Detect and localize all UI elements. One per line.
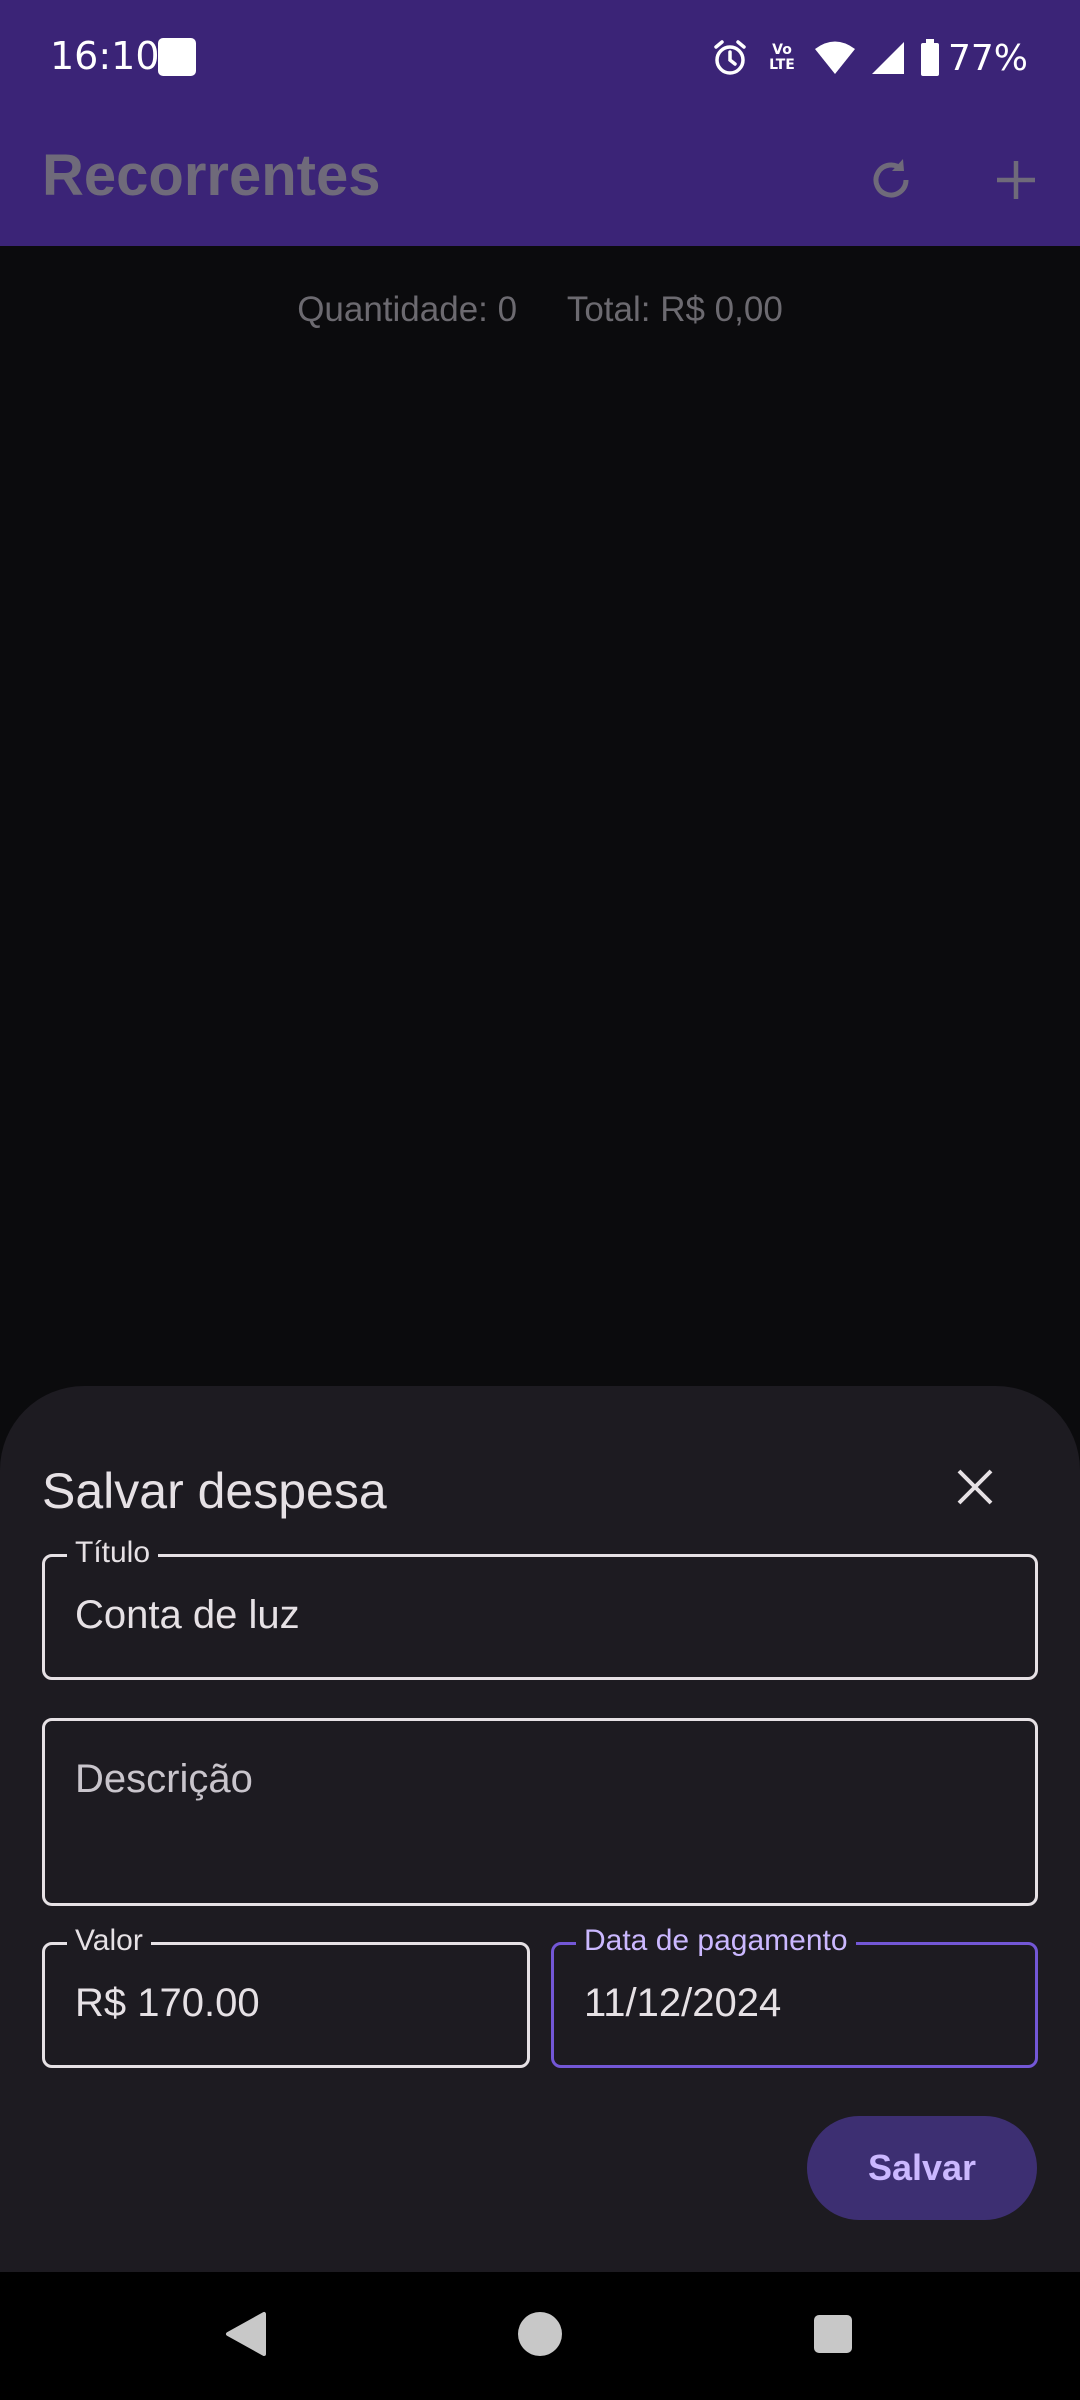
- payment-date-field-label: Data de pagamento: [576, 1921, 856, 1961]
- refresh-button[interactable]: [855, 146, 927, 218]
- app-bar: Recorrentes: [0, 116, 1080, 246]
- refresh-icon: [866, 155, 916, 210]
- add-icon: [994, 158, 1038, 207]
- close-button[interactable]: [940, 1454, 1010, 1524]
- amount-field[interactable]: Valor R$ 170.00: [42, 1921, 530, 2068]
- amount-field-label: Valor: [67, 1921, 151, 1961]
- volte-icon: Vo LTE: [769, 42, 795, 73]
- quantity-text: Quantidade: 0: [297, 290, 518, 329]
- close-icon: [955, 1467, 995, 1512]
- summary: Quantidade: 0 Total: R$ 0,00: [0, 290, 1080, 330]
- total-text: Total: R$ 0,00: [566, 290, 783, 329]
- add-button[interactable]: [980, 146, 1052, 218]
- sheet-title: Salvar despesa: [42, 1463, 387, 1519]
- back-icon: [224, 2311, 268, 2362]
- description-field-placeholder: Descrição: [75, 1757, 253, 1801]
- recents-icon: [813, 2314, 853, 2359]
- home-icon: [517, 2311, 563, 2362]
- title-field[interactable]: Título Conta de luz: [42, 1533, 1038, 1680]
- system-nav-bar: [0, 2272, 1080, 2400]
- payment-date-field-value: 11/12/2024: [584, 1981, 782, 2025]
- title-field-label: Título: [67, 1533, 159, 1573]
- payment-date-field[interactable]: Data de pagamento 11/12/2024: [551, 1921, 1038, 2068]
- battery-percentage: 77%: [947, 37, 1028, 79]
- signal-icon: [870, 40, 906, 76]
- battery-icon: [920, 39, 940, 77]
- page-title: Recorrentes: [42, 143, 381, 208]
- notification-square-icon: [158, 38, 196, 76]
- wifi-icon: [814, 40, 856, 76]
- status-icons: Vo LTE 77%: [710, 30, 1028, 86]
- title-field-value: Conta de luz: [75, 1593, 300, 1637]
- home-button[interactable]: [498, 2294, 582, 2378]
- recents-button[interactable]: [791, 2294, 875, 2378]
- back-button[interactable]: [204, 2294, 288, 2378]
- bottom-sheet: Salvar despesa Título Conta de luz Descr…: [0, 1386, 1080, 2272]
- save-button[interactable]: Salvar: [807, 2116, 1037, 2220]
- alarm-icon: [710, 38, 750, 78]
- status-time: 16:10: [50, 34, 160, 78]
- status-bar: 16:10 Vo LTE 77%: [0, 0, 1080, 116]
- description-field[interactable]: Descrição: [42, 1718, 1038, 1906]
- amount-field-value: R$ 170.00: [75, 1981, 260, 2025]
